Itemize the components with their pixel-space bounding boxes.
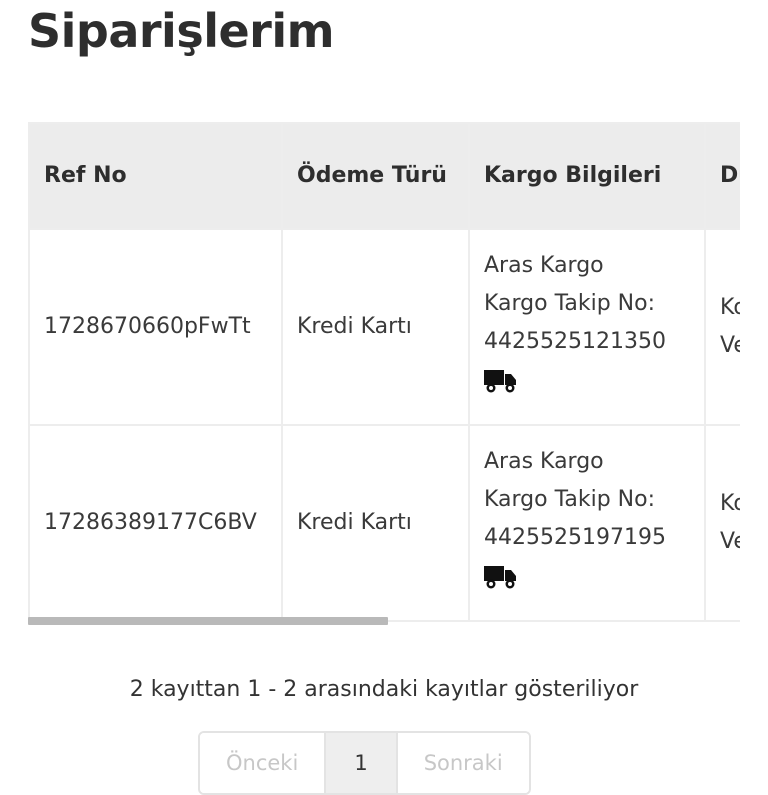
cell-ref-no: 1728670660pFwTt [28, 228, 283, 426]
table-row: 17286389177C6BV Kredi Kartı Aras Kargo K… [28, 424, 740, 622]
page-title: Siparişlerim [28, 4, 335, 58]
tracking-number: 4425525197195 [484, 524, 666, 550]
status-line-1: Ko [720, 295, 740, 320]
records-info: 2 kayıttan 1 - 2 arasındaki kayıtlar gös… [129, 677, 639, 702]
cargo-company: Aras Kargo [484, 448, 604, 474]
pagination: Önceki 1 Sonraki [198, 731, 531, 795]
truck-icon[interactable] [484, 563, 518, 591]
cell-status: Ko Ve [704, 424, 740, 622]
header-cargo-info[interactable]: Kargo Bilgileri [468, 122, 706, 230]
orders-table-scroll[interactable]: Ref No Ödeme Türü Kargo Bilgileri Du 172… [28, 122, 740, 626]
cell-ref-no: 17286389177C6BV [28, 424, 283, 622]
next-page-button[interactable]: Sonraki [397, 733, 529, 793]
horizontal-scrollbar[interactable] [28, 617, 388, 625]
cell-payment-type: Kredi Kartı [281, 228, 470, 426]
status-line-1: Ko [720, 491, 740, 516]
truck-icon[interactable] [484, 367, 518, 395]
tracking-label: Kargo Takip No: [484, 486, 656, 512]
cargo-company: Aras Kargo [484, 252, 604, 278]
cell-status: Ko Ve [704, 228, 740, 426]
orders-table: Ref No Ödeme Türü Kargo Bilgileri Du 172… [28, 122, 740, 622]
header-status[interactable]: Du [704, 122, 740, 230]
table-row: 1728670660pFwTt Kredi Kartı Aras Kargo K… [28, 228, 740, 426]
cell-payment-type: Kredi Kartı [281, 424, 470, 622]
cell-cargo-info: Aras Kargo Kargo Takip No: 4425525197195 [468, 424, 706, 622]
tracking-number: 4425525121350 [484, 328, 666, 354]
cell-cargo-info: Aras Kargo Kargo Takip No: 4425525121350 [468, 228, 706, 426]
status-line-2: Ve [720, 529, 740, 554]
status-line-2: Ve [720, 333, 740, 358]
page-1-button[interactable]: 1 [326, 733, 398, 793]
prev-page-button[interactable]: Önceki [200, 733, 327, 793]
table-header-row: Ref No Ödeme Türü Kargo Bilgileri Du [28, 122, 740, 230]
header-ref-no[interactable]: Ref No [28, 122, 283, 230]
header-payment-type[interactable]: Ödeme Türü [281, 122, 470, 230]
tracking-label: Kargo Takip No: [484, 290, 656, 316]
